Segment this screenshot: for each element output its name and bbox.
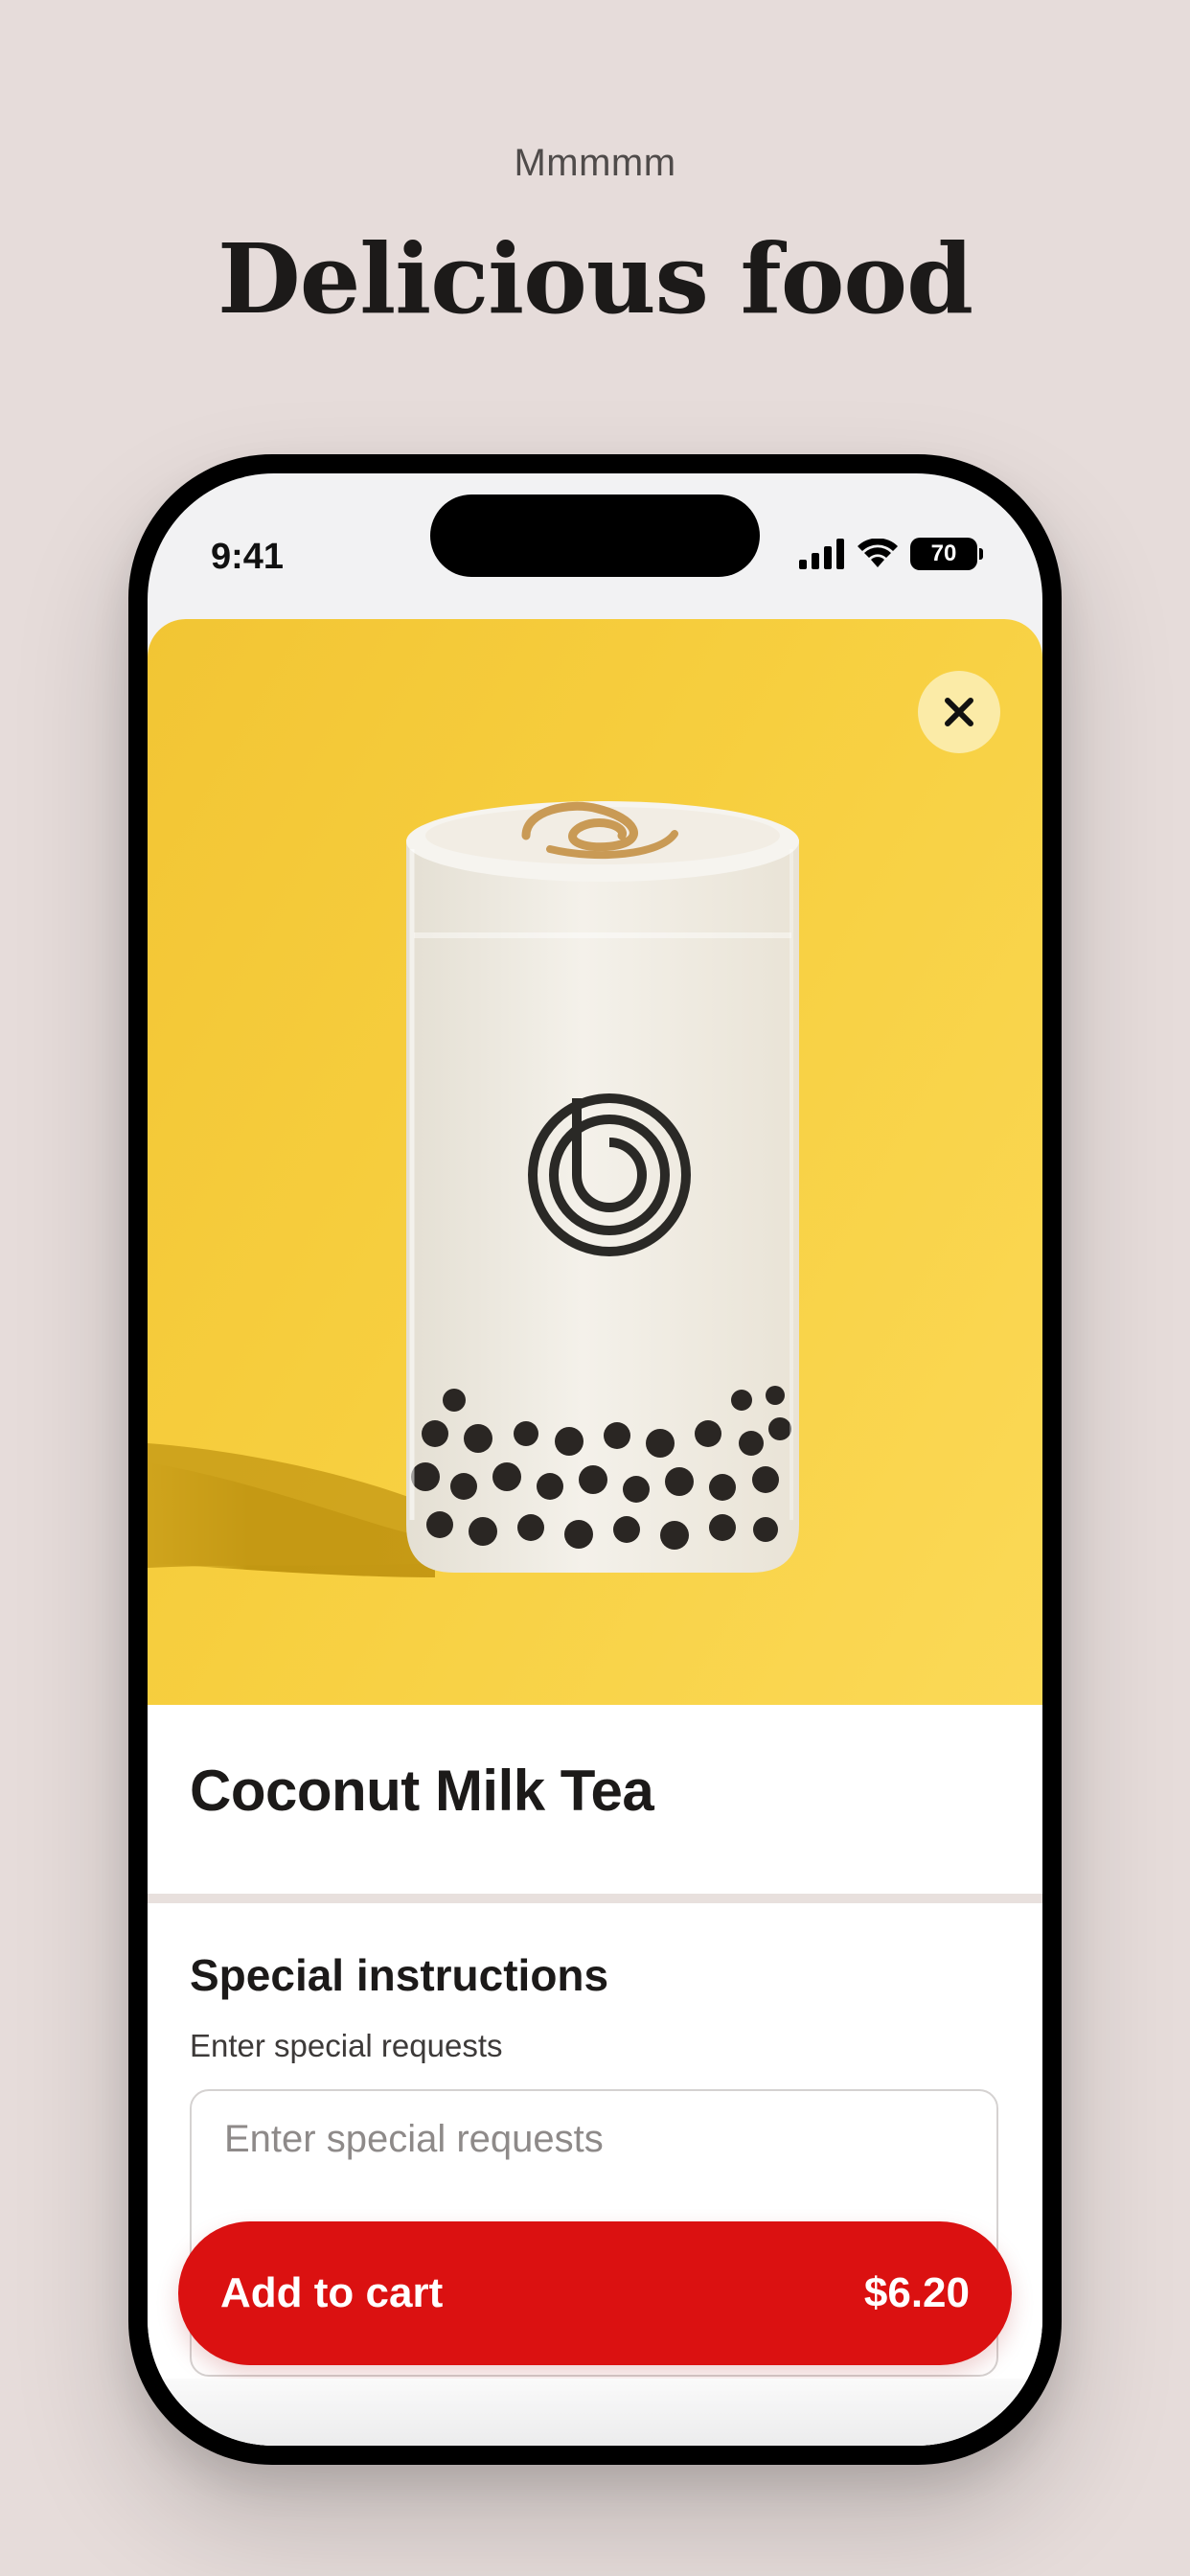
status-icons: 70 [799,527,983,581]
add-to-cart-button[interactable]: Add to cart $6.20 [178,2221,1012,2365]
phone-screen: 9:41 70 Coconut Milk Tea Special instruc… [148,473,1042,2446]
product-image [148,619,1042,1705]
battery-icon: 70 [910,538,983,570]
phone-frame: 9:41 70 Coconut Milk Tea Special instruc… [128,454,1062,2465]
close-icon [945,698,973,726]
product-sheet: Coconut Milk Tea Special instructions En… [148,619,1042,2446]
product-title: Coconut Milk Tea [190,1759,654,1823]
cart-price: $6.20 [863,2269,970,2316]
special-instructions-title: Special instructions [190,1950,609,2000]
bubble-tea-image [148,801,799,1577]
promo-headline: Delicious food [217,222,973,335]
dynamic-island [430,494,760,577]
battery-level: 70 [910,538,977,570]
status-time: 9:41 [211,537,285,577]
promo-eyebrow: Mmmmm [514,142,676,184]
add-to-cart-label: Add to cart [220,2269,444,2316]
section-divider [148,1894,1042,1903]
wifi-icon [858,539,898,567]
signal-icon [799,539,844,569]
special-instructions-subtitle: Enter special requests [190,2028,503,2063]
close-button[interactable] [918,671,1000,753]
home-indicator-area [148,2379,1042,2446]
